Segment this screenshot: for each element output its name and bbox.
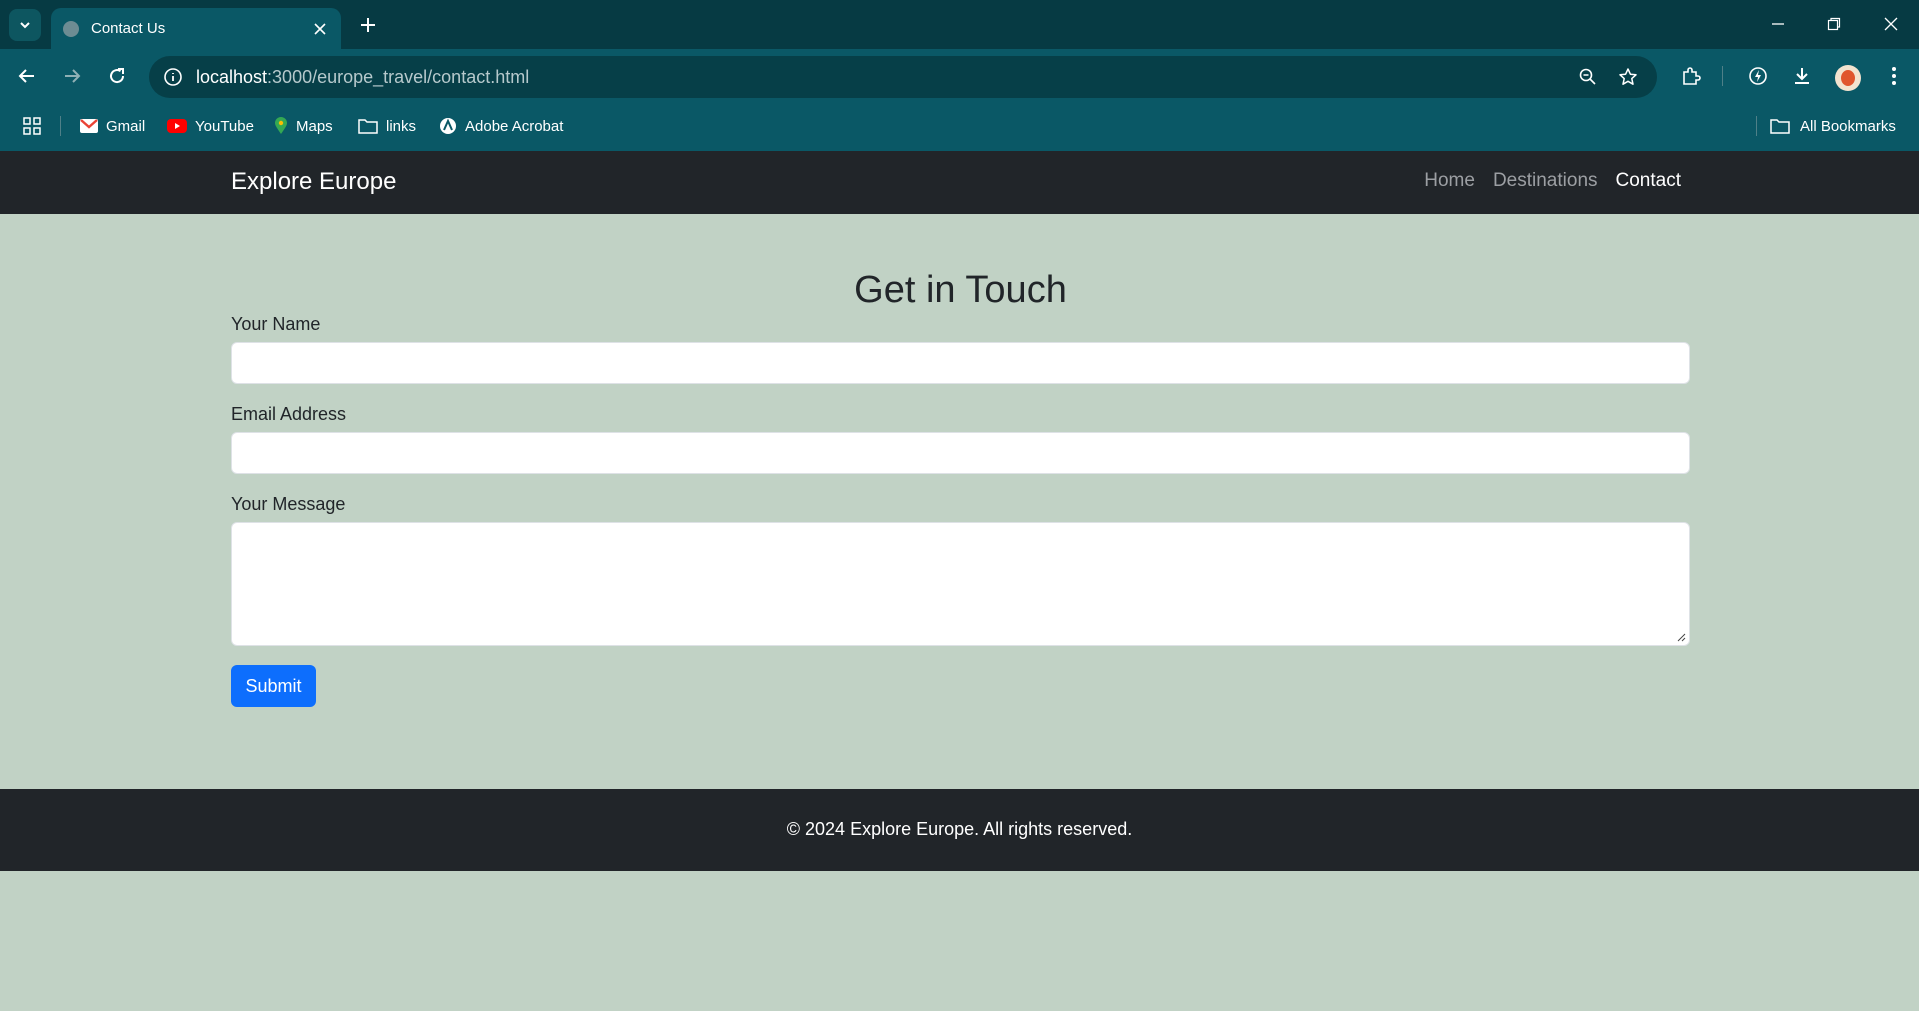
chevron-down-icon [20, 22, 30, 29]
contact-form: Your Name Email Address Your Message Sub… [231, 314, 1690, 707]
browser-tab-strip: Contact Us [0, 0, 1919, 49]
name-label: Your Name [231, 314, 321, 334]
tab-title: Contact Us [91, 20, 166, 37]
forward-button[interactable] [54, 58, 90, 94]
arrow-left-icon [18, 69, 34, 83]
bookmark-gmail[interactable]: Gmail [74, 112, 151, 140]
site-brand[interactable]: Explore Europe [231, 168, 396, 196]
email-label: Email Address [231, 404, 347, 424]
site-footer: © 2024 Explore Europe. All rights reserv… [0, 789, 1919, 871]
bookmarks-bar: Gmail YouTube Maps links Adobe Acrobat A… [0, 102, 1919, 151]
message-textarea[interactable] [231, 522, 1690, 646]
bookmarks-divider [1756, 116, 1757, 136]
url-path: :3000/europe_travel/contact.html [267, 67, 530, 87]
profile-avatar[interactable] [1835, 65, 1861, 91]
site-navbar: Explore Europe Home Destinations Contact [0, 151, 1919, 214]
bookmark-adobe-acrobat[interactable]: Adobe Acrobat [433, 112, 569, 140]
submit-button[interactable]: Submit [231, 665, 316, 707]
bookmark-links-folder[interactable]: links [352, 112, 422, 140]
star-icon[interactable] [1614, 63, 1642, 91]
tab-close-button[interactable] [307, 16, 333, 42]
resize-grip-icon[interactable] [1676, 632, 1686, 642]
menu-icon[interactable] [1876, 58, 1912, 94]
email-input[interactable] [231, 432, 1690, 474]
extensions-icon[interactable] [1673, 58, 1709, 94]
youtube-icon [167, 119, 187, 133]
bookmark-maps[interactable]: Maps [268, 112, 339, 140]
acrobat-icon [440, 118, 456, 134]
plus-icon [361, 18, 375, 32]
bookmark-label: YouTube [195, 117, 254, 135]
page-title: Get in Touch [854, 269, 1067, 311]
tab-search-button[interactable] [9, 9, 41, 41]
bookmark-label: Gmail [106, 117, 146, 135]
gmail-icon [80, 119, 98, 133]
globe-icon [63, 20, 79, 37]
bookmark-label: links [386, 117, 417, 135]
bookmark-label: Adobe Acrobat [465, 117, 564, 135]
apps-grid-icon[interactable] [22, 116, 42, 136]
restore-button[interactable] [1811, 6, 1857, 42]
new-tab-button[interactable] [352, 9, 384, 41]
minimize-icon [1772, 23, 1784, 25]
bookmark-label: Maps [296, 117, 333, 135]
nav-link-home[interactable]: Home [1424, 170, 1475, 192]
download-icon[interactable] [1784, 58, 1820, 94]
message-label: Your Message [231, 494, 346, 514]
toolbar-divider [1722, 66, 1723, 86]
active-tab[interactable]: Contact Us [51, 8, 341, 49]
site-info-icon[interactable] [159, 63, 187, 91]
contact-section: Get in Touch Your Name Email Address You… [231, 214, 1690, 707]
nav-link-destinations[interactable]: Destinations [1493, 170, 1598, 192]
zoom-icon[interactable] [1574, 63, 1602, 91]
folder-icon [1770, 119, 1790, 134]
browser-toolbar: localhost:3000/europe_travel/contact.htm… [0, 49, 1919, 102]
minimize-button[interactable] [1755, 6, 1801, 42]
close-window-button[interactable] [1868, 6, 1914, 42]
reload-button[interactable] [99, 58, 135, 94]
arrow-right-icon [65, 69, 81, 83]
folder-icon [358, 119, 378, 134]
bookmark-youtube[interactable]: YouTube [161, 112, 260, 140]
reload-icon [110, 68, 125, 84]
restore-icon [1827, 17, 1841, 31]
nav-link-contact[interactable]: Contact [1616, 170, 1681, 192]
url-host: localhost [196, 67, 268, 87]
url-text[interactable]: localhost:3000/europe_travel/contact.htm… [196, 67, 529, 88]
close-icon [1884, 17, 1898, 31]
back-button[interactable] [9, 58, 45, 94]
all-bookmarks-label: All Bookmarks [1800, 117, 1896, 135]
bookmarks-divider [60, 116, 61, 136]
name-input[interactable] [231, 342, 1690, 384]
footer-copyright: © 2024 Explore Europe. All rights reserv… [786, 819, 1133, 839]
performance-icon[interactable] [1740, 58, 1776, 94]
address-bar[interactable]: localhost:3000/europe_travel/contact.htm… [149, 56, 1657, 98]
close-icon [314, 22, 326, 35]
all-bookmarks-button[interactable]: All Bookmarks [1770, 112, 1896, 140]
nav-links: Home Destinations Contact [1424, 170, 1681, 192]
maps-icon [275, 117, 287, 134]
